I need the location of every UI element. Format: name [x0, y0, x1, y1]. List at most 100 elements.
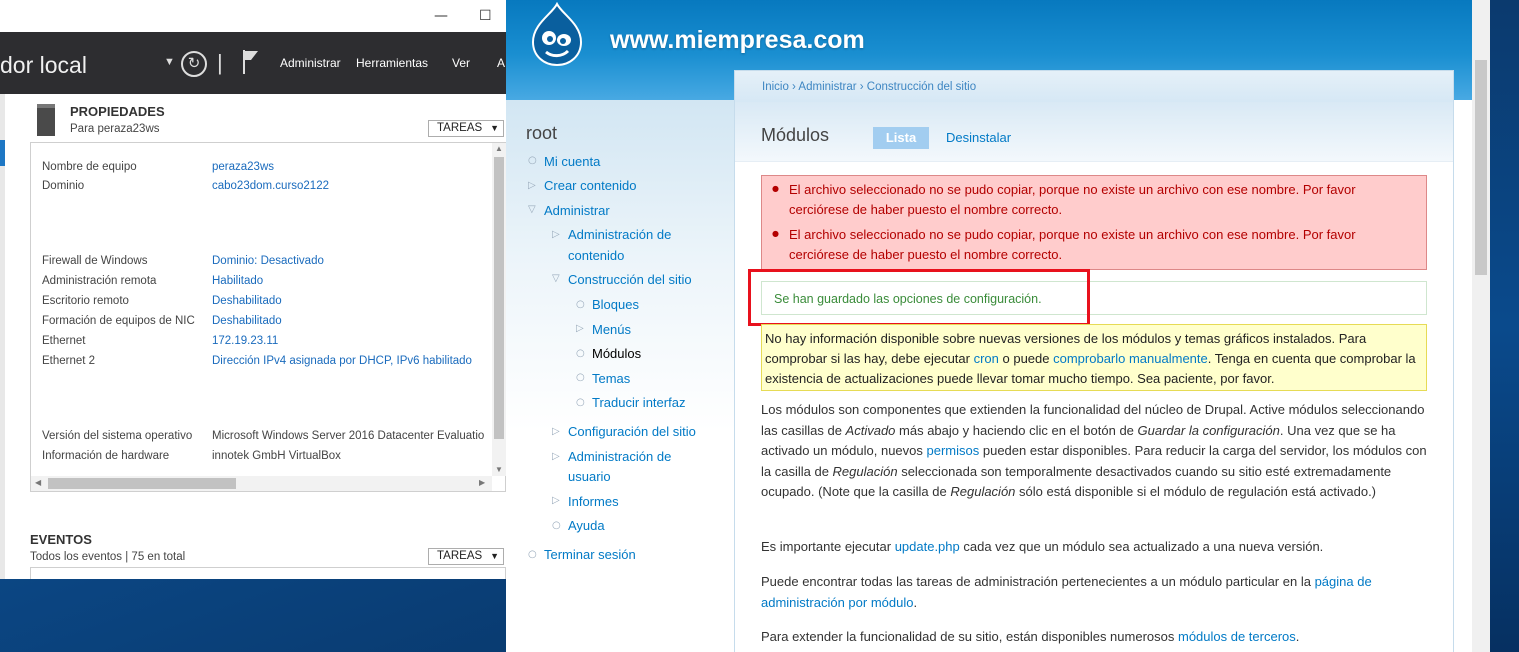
server-manager-window: — ☐ dor local ▼ ↻ | Administrar Herramie… [0, 0, 506, 579]
prop-value[interactable]: Deshabilitado [212, 295, 282, 307]
prop-label: Dominio [42, 180, 85, 192]
bullet-icon: ▷ [576, 323, 584, 334]
bullet-icon: ○ [576, 397, 585, 408]
link-update-php[interactable]: update.php [895, 539, 960, 554]
bullet-icon: ○ [528, 549, 537, 560]
scroll-up-icon[interactable]: ▲ [495, 144, 503, 153]
flag-icon[interactable] [240, 48, 260, 76]
horizontal-scrollbar[interactable]: ◀ ▶ [31, 476, 492, 491]
nav-my-account[interactable]: Mi cuenta [544, 154, 600, 169]
help-paragraph: Puede encontrar todas las tareas de admi… [761, 574, 1372, 610]
prop-label: Administración remota [42, 275, 157, 287]
nav-create-content[interactable]: Crear contenido [544, 178, 637, 193]
prop-label: Ethernet [42, 335, 86, 347]
bullet-icon: ○ [576, 372, 585, 383]
prop-value: Microsoft Windows Server 2016 Datacenter… [212, 430, 485, 442]
drupal-logo[interactable] [526, 2, 588, 68]
menu-ver[interactable]: Ver [452, 56, 470, 70]
separator: | [217, 50, 223, 75]
nav-menus[interactable]: Menús [592, 322, 631, 337]
scroll-right-icon[interactable]: ▶ [479, 478, 485, 487]
prop-label: Versión del sistema operativo [42, 430, 193, 442]
drupal-browser-page: www.miempresa.com root ○ Mi cuenta ▷ Cre… [506, 0, 1472, 652]
prop-value[interactable]: 172.19.23.11 [212, 335, 278, 347]
help-paragraph: Para extender la funcionalidad de su sit… [761, 629, 1300, 644]
nav-content-admin[interactable]: Administración de [568, 227, 671, 242]
tab-list[interactable]: Lista [873, 127, 929, 149]
scroll-down-icon[interactable]: ▼ [495, 465, 503, 474]
title-bar: Módulos Lista Desinstalar [735, 102, 1453, 162]
nav-blocks[interactable]: Bloques [592, 297, 639, 312]
events-panel [30, 567, 506, 579]
prop-label: Ethernet 2 [42, 355, 96, 367]
window-titlebar: — ☐ [0, 0, 506, 32]
nav-content-admin-line2[interactable]: contenido [568, 248, 624, 263]
bullet-icon: ○ [576, 299, 585, 310]
nav-translate[interactable]: Traducir interfaz [592, 395, 685, 410]
menu-administrar[interactable]: Administrar [280, 56, 341, 70]
nav-site-building[interactable]: Construcción del sitio [568, 272, 692, 287]
scroll-left-icon[interactable]: ◀ [35, 478, 41, 487]
prop-label: Nombre de equipo [42, 161, 137, 173]
page-scrollbar[interactable] [1472, 0, 1490, 652]
events-subtitle: Todos los eventos | 75 en total [30, 551, 186, 563]
properties-subtitle: Para peraza23ws [70, 123, 160, 135]
chevron-down-icon: ▼ [490, 551, 499, 561]
warning-text: No hay información disponible sobre nuev… [765, 331, 1416, 386]
nav-modules[interactable]: Módulos [592, 346, 641, 361]
nav-help[interactable]: Ayuda [568, 518, 605, 533]
link-permissions[interactable]: permisos [927, 443, 980, 458]
bullet-icon: ▷ [528, 180, 536, 191]
bullet-icon: ○ [552, 520, 561, 531]
nav-reports[interactable]: Informes [568, 494, 619, 509]
nav-user-admin-line2[interactable]: usuario [568, 469, 611, 484]
vertical-scrollbar[interactable]: ▲ ▼ [492, 143, 506, 476]
scrollbar-thumb[interactable] [48, 478, 236, 489]
link-check-manually[interactable]: comprobarlo manualmente [1053, 351, 1208, 366]
dropdown-arrow-icon[interactable]: ▼ [164, 56, 175, 68]
chevron-down-icon: ▼ [490, 123, 499, 133]
prop-value[interactable]: Dominio: Desactivado [212, 255, 324, 267]
nav-user-admin[interactable]: Administración de [568, 449, 671, 464]
tasks-dropdown[interactable]: TAREAS ▼ [428, 548, 504, 565]
left-nav-selected[interactable] [0, 140, 5, 166]
page-title: Módulos [761, 125, 830, 145]
bullet-icon: ▷ [552, 426, 560, 437]
expanded-icon: ▽ [552, 273, 560, 284]
scrollbar-thumb[interactable] [494, 157, 504, 439]
menu-ayuda[interactable]: A [497, 56, 505, 70]
prop-value[interactable]: cabo23dom.curso2122 [212, 180, 329, 192]
breadcrumb[interactable]: Inicio › Administrar › Construcción del … [762, 81, 976, 93]
nav-logout[interactable]: Terminar sesión [544, 547, 636, 562]
minimize-button[interactable]: — [434, 8, 448, 24]
error-message: El archivo seleccionado no se pudo copia… [789, 227, 1356, 262]
tasks-dropdown[interactable]: TAREAS ▼ [428, 120, 504, 137]
link-third-party-modules[interactable]: módulos de terceros [1178, 629, 1296, 644]
tasks-label: TAREAS [437, 122, 483, 134]
main-content: Inicio › Administrar › Construcción del … [734, 70, 1454, 652]
maximize-button[interactable]: ☐ [479, 8, 492, 24]
prop-value[interactable]: Dirección IPv4 asignada por DHCP, IPv6 h… [212, 355, 472, 367]
nav-themes[interactable]: Temas [592, 371, 630, 386]
help-paragraph: Los módulos son componentes que extiende… [761, 402, 1427, 499]
refresh-icon[interactable]: ↻ [181, 51, 207, 77]
tasks-label: TAREAS [437, 550, 483, 562]
bullet-icon: ▷ [552, 229, 560, 240]
prop-value[interactable]: peraza23ws [212, 161, 274, 173]
error-message: El archivo seleccionado no se pudo copia… [789, 182, 1356, 217]
properties-panel: Nombre de equipo peraza23ws Dominio cabo… [30, 142, 506, 492]
server-icon [37, 104, 55, 136]
tab-uninstall[interactable]: Desinstalar [946, 130, 1011, 145]
menu-herramientas[interactable]: Herramientas [356, 56, 428, 70]
nav-administer[interactable]: Administrar [544, 203, 610, 218]
prop-value[interactable]: Habilitado [212, 275, 263, 287]
error-messages: ● El archivo seleccionado no se pudo cop… [761, 175, 1427, 270]
nav-site-config[interactable]: Configuración del sitio [568, 424, 696, 439]
highlight-box [748, 269, 1090, 326]
prop-label: Firewall de Windows [42, 255, 148, 267]
scrollbar-thumb[interactable] [1475, 60, 1487, 275]
link-cron[interactable]: cron [974, 351, 999, 366]
prop-label: Escritorio remoto [42, 295, 129, 307]
site-name[interactable]: www.miempresa.com [610, 26, 865, 55]
prop-value[interactable]: Deshabilitado [212, 315, 282, 327]
